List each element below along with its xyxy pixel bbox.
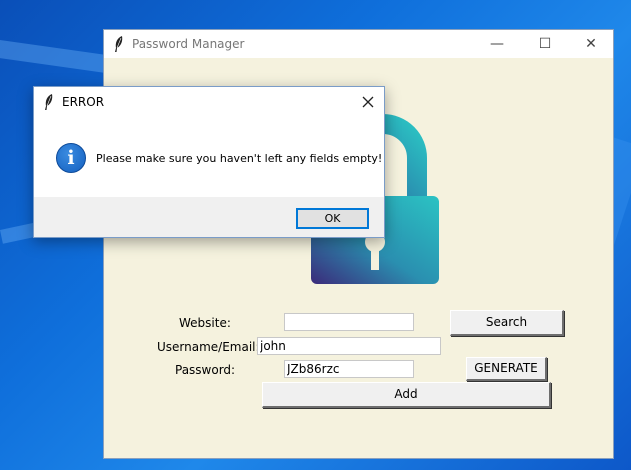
generate-button[interactable]: GENERATE [466, 357, 547, 381]
ok-button[interactable]: OK [296, 208, 369, 229]
feather-icon [45, 94, 53, 110]
website-input[interactable] [284, 313, 414, 331]
error-dialog: ERROR i Please make sure you haven't lef… [33, 86, 385, 238]
window-title: Password Manager [132, 37, 245, 51]
password-label: Password: [175, 363, 236, 377]
dialog-message: Please make sure you haven't left any fi… [96, 152, 383, 165]
close-icon[interactable] [358, 92, 378, 112]
username-input[interactable] [257, 337, 441, 355]
maximize-button[interactable]: ☐ [522, 30, 568, 58]
website-label: Website: [179, 316, 231, 330]
dialog-body: i Please make sure you haven't left any … [34, 117, 384, 197]
minimize-button[interactable]: — [474, 30, 520, 58]
window-titlebar[interactable]: Password Manager — ☐ ✕ [104, 30, 613, 58]
password-input[interactable] [284, 360, 414, 378]
close-button[interactable]: ✕ [568, 30, 614, 58]
add-button[interactable]: Add [262, 382, 551, 408]
search-button[interactable]: Search [450, 310, 564, 336]
info-icon: i [56, 143, 86, 173]
dialog-titlebar[interactable]: ERROR [34, 87, 384, 117]
username-label: Username/Email: [157, 340, 260, 354]
dialog-title: ERROR [62, 95, 105, 109]
feather-icon [115, 36, 123, 52]
